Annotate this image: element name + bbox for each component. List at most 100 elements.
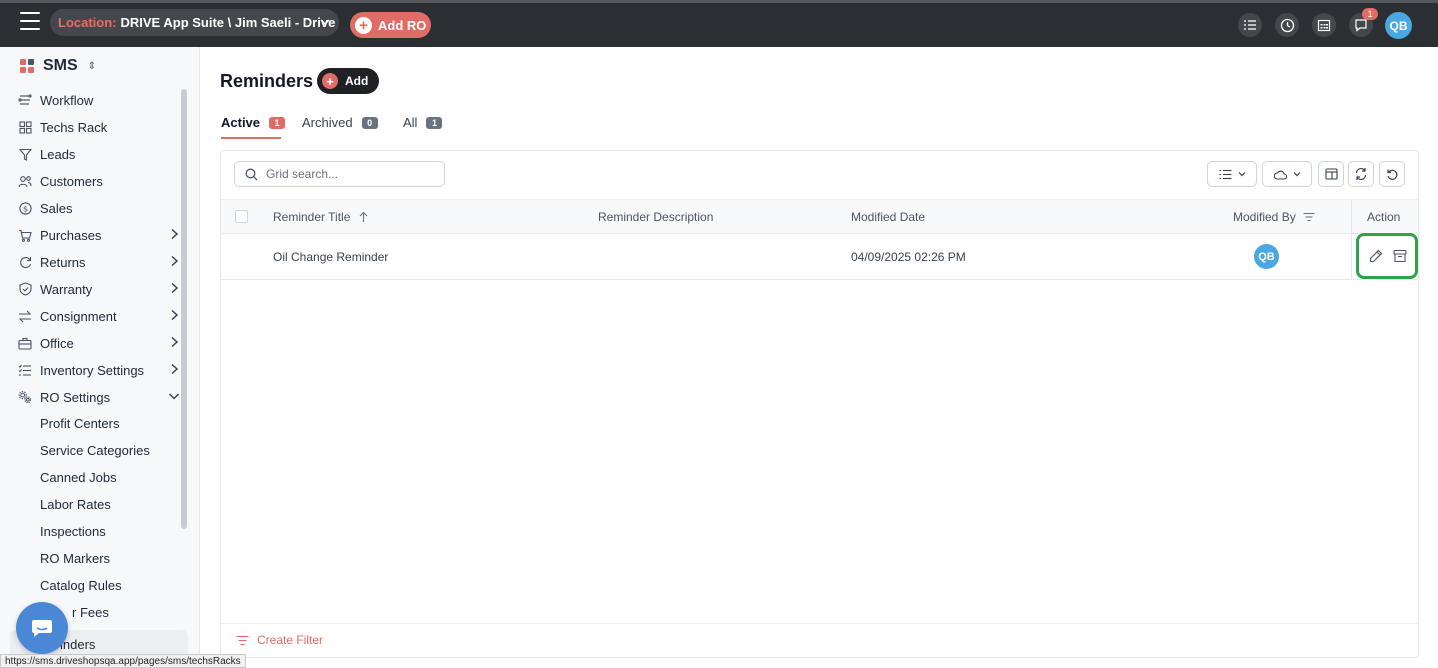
- filter-icon: [18, 147, 32, 161]
- dollar-icon: $: [18, 201, 32, 215]
- sync-button[interactable]: [1348, 161, 1374, 187]
- list-icon: [1219, 169, 1231, 179]
- chevron-right-icon: [171, 228, 179, 240]
- cart-icon: [18, 228, 32, 242]
- sidebar-subitem-inspections[interactable]: Inspections: [40, 524, 106, 539]
- sidebar-item-workflow[interactable]: Workflow: [18, 88, 184, 112]
- location-label: Location:: [58, 15, 117, 30]
- swap-icon: [18, 309, 32, 323]
- sidebar-item-warranty[interactable]: Warranty: [18, 277, 184, 301]
- app-name: SMS: [43, 57, 78, 74]
- location-value: DRIVE App Suite \ Jim Saeli - Drive: [120, 15, 336, 30]
- export-icon: [1273, 170, 1287, 180]
- notification-badge: 1: [1362, 8, 1378, 20]
- grid-search[interactable]: [234, 161, 445, 187]
- export-dropdown[interactable]: [1262, 161, 1312, 187]
- chevron-down-icon: [1293, 172, 1300, 177]
- add-label: Add: [345, 74, 369, 88]
- tab-label: Active: [221, 115, 261, 130]
- app-grid-icon: [20, 59, 34, 73]
- tab-archived[interactable]: Archived 0: [302, 115, 378, 139]
- columns-button[interactable]: [1318, 161, 1344, 187]
- status-bar-url: https://sms.driveshopsqa.app/pages/sms/t…: [0, 654, 246, 668]
- reset-button[interactable]: [1379, 161, 1405, 187]
- sidebar-item-inventory-settings[interactable]: Inventory Settings: [18, 358, 184, 382]
- add-reminder-button[interactable]: + Add: [317, 68, 379, 94]
- column-header-description[interactable]: Reminder Description: [598, 210, 713, 224]
- sidebar-subitem-fees[interactable]: r Fees: [72, 605, 109, 620]
- column-header-modified-date[interactable]: Modified Date: [851, 210, 925, 224]
- create-filter-label: Create Filter: [257, 633, 324, 647]
- app-switcher[interactable]: SMS ⇕: [20, 57, 96, 75]
- sidebar-item-consignment[interactable]: Consignment: [18, 304, 184, 328]
- sidebar-item-label: Purchases: [40, 227, 102, 243]
- chat-icon: [32, 620, 52, 637]
- sidebar-item-label: Warranty: [40, 281, 93, 297]
- sidebar-item-ro-settings[interactable]: RO Settings: [18, 385, 184, 409]
- sidebar-subitem-profit-centers[interactable]: Profit Centers: [40, 416, 119, 431]
- shield-icon: [18, 282, 32, 296]
- sidebar-subitem-labor-rates[interactable]: Labor Rates: [40, 497, 111, 512]
- chevron-down-icon: [320, 19, 330, 26]
- table-row[interactable]: [221, 234, 1418, 280]
- chat-widget-button[interactable]: [16, 602, 68, 654]
- chevron-down-icon: [168, 393, 180, 400]
- briefcase-icon: [18, 336, 32, 350]
- chevron-right-icon: [171, 255, 179, 267]
- sidebar-item-purchases[interactable]: Purchases: [18, 223, 184, 247]
- sidebar-item-label: Inventory Settings: [40, 362, 145, 378]
- tab-count-badge: 1: [269, 117, 286, 129]
- sidebar-subitem-catalog-rules[interactable]: Catalog Rules: [40, 578, 122, 593]
- chevron-down-icon: [1238, 172, 1245, 177]
- clock-icon[interactable]: [1275, 13, 1299, 37]
- column-header-title[interactable]: Reminder Title: [273, 210, 368, 224]
- select-all-checkbox[interactable]: [235, 210, 248, 223]
- plus-icon: +: [355, 16, 372, 34]
- menu-toggle-icon[interactable]: [20, 12, 40, 30]
- tab-label: Archived: [302, 115, 353, 130]
- chevron-right-icon: [171, 309, 179, 321]
- column-header-modified-by[interactable]: Modified By: [1233, 210, 1315, 224]
- column-header-action: Action: [1367, 210, 1401, 224]
- sidebar-item-returns[interactable]: Returns: [18, 250, 184, 274]
- sidebar-item-label: Consignment: [40, 308, 117, 324]
- chevron-right-icon: [171, 282, 179, 294]
- add-ro-label: Add RO: [378, 17, 427, 33]
- sidebar-item-label: Sales: [40, 200, 73, 216]
- archive-icon[interactable]: [1393, 249, 1407, 263]
- view-options-dropdown[interactable]: [1207, 161, 1257, 187]
- calendar-icon[interactable]: [1312, 13, 1336, 37]
- create-filter-button[interactable]: Create Filter: [236, 633, 323, 647]
- sidebar-subitem-service-categories[interactable]: Service Categories: [40, 443, 150, 458]
- sort-ascending-icon[interactable]: [359, 211, 368, 223]
- filter-lines-icon: [236, 635, 249, 645]
- user-avatar[interactable]: QB: [1385, 12, 1412, 39]
- sidebar-item-customers[interactable]: Customers: [18, 169, 184, 193]
- sidebar-subitem-ro-markers[interactable]: RO Markers: [40, 551, 110, 566]
- updown-icon: ⇕: [87, 60, 97, 72]
- filter-lines-icon[interactable]: [1303, 212, 1315, 222]
- grid-icon: [18, 120, 32, 134]
- tab-active[interactable]: Active 1: [221, 115, 286, 139]
- sidebar-item-label: Workflow: [40, 92, 94, 108]
- column-modified-by-label: Modified By: [1233, 210, 1296, 224]
- search-icon: [245, 168, 258, 180]
- sync-icon: [1355, 167, 1367, 181]
- workflow-icon: [18, 93, 32, 107]
- edit-icon[interactable]: [1369, 249, 1383, 263]
- gears-icon: [18, 390, 32, 404]
- location-selector[interactable]: Location: DRIVE App Suite \ Jim Saeli - …: [50, 9, 339, 36]
- grid-footer-divider: [221, 623, 1418, 624]
- sidebar-item-leads[interactable]: Leads: [18, 142, 184, 166]
- tab-all[interactable]: All 1: [403, 115, 443, 139]
- search-input[interactable]: [266, 167, 436, 181]
- sidebar-item-label: RO Settings: [40, 389, 111, 405]
- sidebar-item-sales[interactable]: $ Sales: [18, 196, 184, 220]
- task-list-icon[interactable]: [1238, 13, 1262, 37]
- svg-text:$: $: [22, 204, 27, 213]
- column-title-label: Reminder Title: [273, 210, 351, 224]
- add-ro-button[interactable]: + Add RO: [350, 12, 431, 38]
- sidebar-subitem-canned-jobs[interactable]: Canned Jobs: [40, 470, 117, 485]
- sidebar-item-office[interactable]: Office: [18, 331, 184, 355]
- sidebar-item-techs-rack[interactable]: Techs Rack: [18, 115, 184, 139]
